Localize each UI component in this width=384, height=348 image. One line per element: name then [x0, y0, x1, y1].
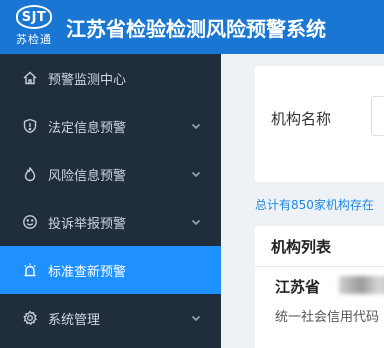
- sidebar-item-risk-info[interactable]: 风险信息预警: [0, 150, 221, 198]
- app-window: SJT 苏检通 江苏省检验检测风险预警系统 预警监测中心 法定信息预警 风险信息…: [0, 0, 384, 348]
- org-name-input[interactable]: [371, 96, 384, 136]
- list-item-credit-code-label: 统一社会信用代码: [275, 310, 380, 325]
- shield-icon: [23, 118, 37, 134]
- divider: [255, 266, 384, 267]
- sidebar-item-label: 标准查新预警: [48, 265, 127, 280]
- org-list-card: 机构列表 江苏省 统一社会信用代码: [255, 226, 384, 348]
- app-title: 江苏省检验检测风险预警系统: [66, 17, 326, 41]
- main-content: 机构名称 总计有850家机构存在 机构列表 江苏省 统一社会信用代码: [221, 54, 384, 348]
- flame-icon: [24, 167, 36, 182]
- top-header: SJT 苏检通 江苏省检验检测风险预警系统: [0, 0, 384, 54]
- smiley-icon: [23, 215, 37, 229]
- org-name-label: 机构名称: [271, 110, 332, 128]
- sidebar-item-label: 风险信息预警: [48, 169, 127, 184]
- list-item-org-name[interactable]: 江苏省: [275, 276, 320, 297]
- app-logo[interactable]: SJT 苏检通: [8, 5, 60, 47]
- sidebar: 预警监测中心 法定信息预警 风险信息预警 投诉举报预警 标准查新预警 系统管理: [0, 54, 221, 348]
- sidebar-item-label: 预警监测中心: [48, 73, 127, 88]
- sidebar-item-complaint[interactable]: 投诉举报预警: [0, 198, 221, 246]
- logo-badge: SJT: [16, 5, 52, 29]
- home-icon: [23, 71, 37, 85]
- sidebar-item-label: 法定信息预警: [48, 121, 127, 136]
- chevron-down-icon: [191, 315, 201, 322]
- chevron-down-icon: [191, 171, 201, 178]
- logo-subtitle: 苏检通: [16, 33, 52, 46]
- filter-card: 机构名称: [255, 66, 384, 182]
- summary-text: 总计有850家机构存在: [255, 198, 374, 212]
- alarm-icon: [24, 263, 36, 277]
- sidebar-item-system-admin[interactable]: 系统管理: [0, 294, 221, 342]
- list-title: 机构列表: [271, 238, 332, 256]
- sidebar-item-standard-update[interactable]: 标准查新预警: [0, 246, 221, 294]
- sidebar-item-monitoring-center[interactable]: 预警监测中心: [0, 54, 221, 102]
- sidebar-item-label: 投诉举报预警: [48, 217, 127, 232]
- chevron-down-icon: [191, 219, 201, 226]
- sidebar-item-legal-info[interactable]: 法定信息预警: [0, 102, 221, 150]
- sidebar-item-label: 系统管理: [48, 313, 101, 328]
- gear-icon: [23, 310, 37, 326]
- redacted-text-mask: [339, 276, 384, 294]
- chevron-down-icon: [191, 123, 201, 130]
